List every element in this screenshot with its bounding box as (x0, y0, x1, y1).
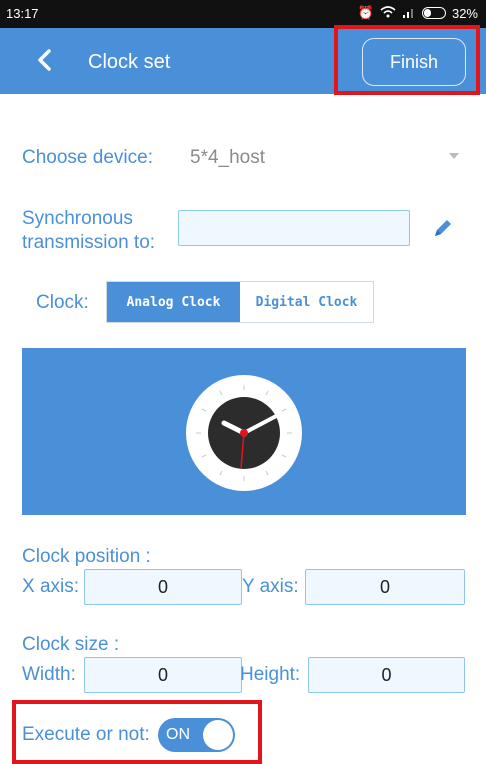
clock-size-title: Clock size : (22, 634, 120, 655)
clock-preview (22, 348, 466, 515)
width-label: Width: (22, 664, 76, 685)
status-bar: 13:17 ⏰ 32% (0, 0, 486, 28)
execute-label: Execute or not: (22, 724, 150, 745)
analog-clock-icon (186, 375, 302, 491)
battery-icon (421, 7, 446, 19)
x-axis-label: X axis: (22, 576, 80, 597)
height-label: Height: (240, 664, 301, 685)
sync-target-input[interactable] (178, 210, 410, 246)
status-time: 13:17 (6, 6, 39, 21)
sync-label-line2: transmission to: (22, 232, 156, 253)
wifi-icon (380, 5, 396, 21)
clock-type-selector: Analog Clock Digital Clock (106, 281, 374, 323)
device-select[interactable]: 5*4_host (190, 147, 265, 169)
clock-type-label: Clock: (36, 292, 89, 313)
digital-clock-tab[interactable]: Digital Clock (240, 282, 373, 322)
toggle-state-text: ON (166, 726, 190, 743)
sync-label-line1: Synchronous (22, 208, 133, 229)
dropdown-arrow-icon[interactable] (449, 153, 459, 159)
y-axis-label: Y axis: (242, 576, 299, 597)
page-title: Clock set (88, 51, 171, 73)
choose-device-label: Choose device: (22, 147, 153, 168)
battery-level: 32% (451, 5, 478, 21)
x-axis-input[interactable]: 0 (84, 569, 242, 605)
back-arrow-icon[interactable] (36, 48, 52, 75)
toggle-knob[interactable] (203, 720, 233, 750)
pencil-edit-icon[interactable] (432, 217, 454, 244)
y-axis-input[interactable]: 0 (305, 569, 465, 605)
height-input[interactable]: 0 (308, 657, 465, 693)
sync-label: Synchronous transmission to: (22, 207, 155, 255)
width-input[interactable]: 0 (84, 657, 242, 693)
clock-position-title: Clock position : (22, 546, 151, 567)
execute-toggle[interactable]: ON (158, 718, 235, 752)
alarm-icon: ⏰ (357, 5, 374, 20)
analog-clock-tab[interactable]: Analog Clock (107, 282, 240, 322)
status-icons: ⏰ 32% (358, 5, 478, 21)
signal-icon (402, 6, 416, 21)
finish-button[interactable]: Finish (362, 38, 466, 86)
